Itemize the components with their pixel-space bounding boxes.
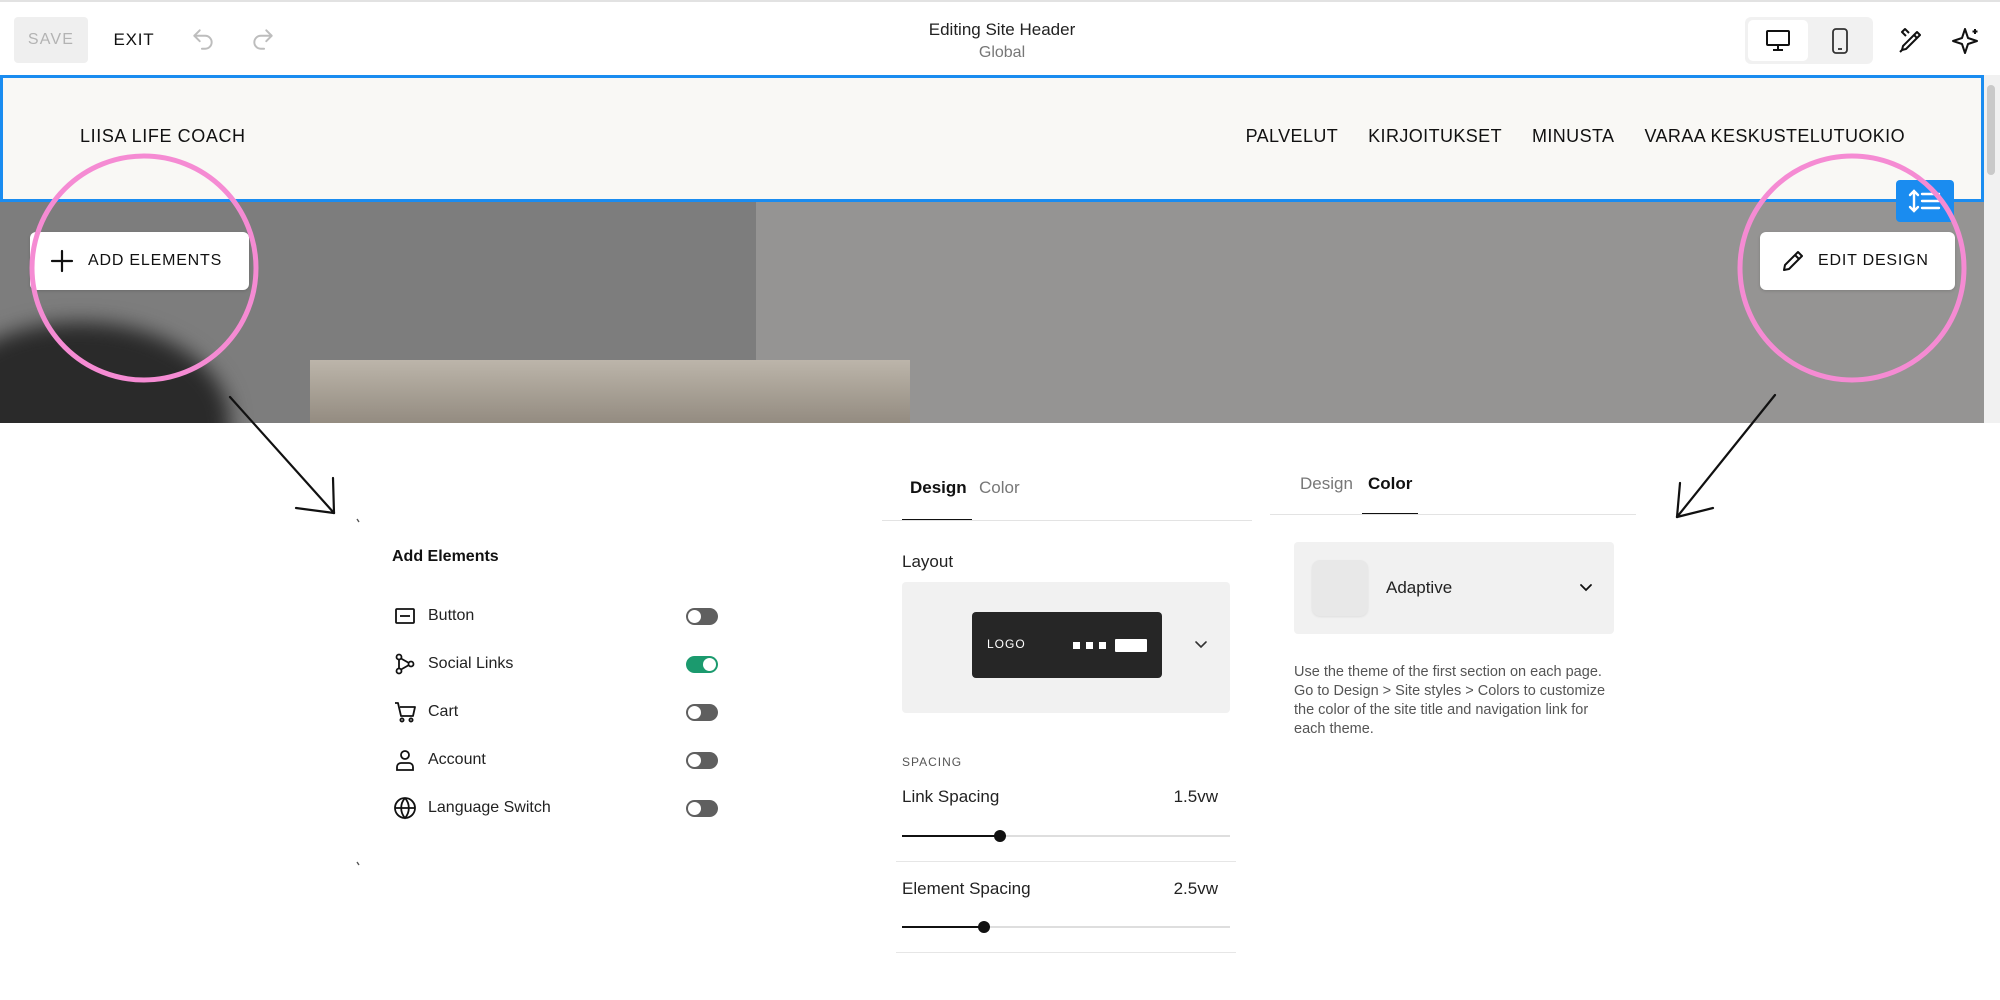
add-element-row-account[interactable]: Account (392, 746, 718, 774)
tab-color[interactable]: Color (979, 478, 1020, 498)
add-element-row-button[interactable]: Button (392, 602, 718, 630)
add-element-label: Language Switch (428, 799, 551, 816)
layout-preview-link (1073, 642, 1080, 649)
device-toggle (1745, 17, 1873, 64)
link-spacing-slider[interactable] (902, 830, 1230, 842)
add-element-label: Account (428, 751, 486, 768)
nav-link[interactable]: VARAA KESKUSTELUTUOKIO (1644, 126, 1905, 147)
tab-design[interactable]: Design (910, 478, 967, 498)
exit-button[interactable]: EXIT (108, 17, 160, 63)
theme-select[interactable]: Adaptive (1294, 542, 1614, 634)
layout-selector[interactable]: LOGO (902, 582, 1230, 713)
add-element-label: Social Links (428, 655, 514, 672)
header-spacing-handle[interactable] (1896, 180, 1954, 222)
divider (882, 520, 1252, 521)
desktop-view-button[interactable] (1748, 20, 1808, 61)
site-navigation: PALVELUT KIRJOITUKSET MINUSTA VARAA KESK… (1246, 126, 1905, 147)
toggle-switch[interactable] (686, 752, 718, 769)
add-element-row-language-switch[interactable]: Language Switch (392, 794, 718, 822)
slider-handle[interactable] (994, 830, 1007, 842)
tab-design[interactable]: Design (1300, 474, 1353, 494)
nav-link[interactable]: PALVELUT (1246, 126, 1339, 147)
hero-image-panel (310, 360, 910, 423)
slider-fill (902, 926, 984, 928)
add-element-label: Cart (428, 703, 459, 720)
mobile-view-button[interactable] (1810, 20, 1870, 61)
pencil-icon (1783, 251, 1803, 271)
hero-image (0, 202, 1984, 423)
account-icon (392, 747, 418, 773)
globe-icon (392, 795, 418, 821)
layout-label: Layout (902, 552, 954, 571)
editor-toolbar: SAVE EXIT Editing Site Header Global (0, 0, 2000, 75)
element-spacing-slider[interactable] (902, 921, 1230, 933)
panel-heading: Add Elements (392, 548, 499, 565)
edit-design-button[interactable]: EDIT DESIGN (1760, 232, 1955, 290)
slider-value: 2.5vw (1173, 879, 1218, 898)
nav-link[interactable]: KIRJOITUKSET (1368, 126, 1502, 147)
button-icon (392, 603, 418, 629)
divider (1270, 514, 1636, 515)
slider-fill (902, 835, 1001, 837)
layout-preview-link (1086, 642, 1093, 649)
chevron-down-icon[interactable] (1578, 580, 1594, 596)
add-element-row-social-links[interactable]: Social Links (392, 650, 718, 678)
brush-icon[interactable] (1896, 26, 1926, 56)
slider-label: Element Spacing (902, 879, 1031, 898)
editing-title-main: Editing Site Header (928, 20, 1076, 39)
toggle-switch[interactable] (686, 608, 718, 625)
mobile-icon (1832, 27, 1848, 54)
layout-preview-link (1099, 642, 1106, 649)
divider (896, 952, 1236, 953)
panel-corner-mark (356, 518, 360, 866)
add-elements-label: ADD ELEMENTS (88, 252, 223, 269)
divider (896, 861, 1236, 862)
site-title[interactable]: LIISA LIFE COACH (80, 126, 246, 147)
layout-preview: LOGO (972, 612, 1162, 678)
plus-icon (50, 249, 74, 273)
spacing-heading: SPACING (902, 755, 963, 769)
slider-label: Link Spacing (902, 787, 1000, 806)
page-scrollbar[interactable] (1984, 75, 2000, 423)
undo-icon[interactable] (190, 26, 216, 52)
social-links-icon (392, 651, 418, 677)
save-button[interactable]: SAVE (14, 17, 88, 63)
site-header-preview[interactable]: LIISA LIFE COACH PALVELUT KIRJOITUKSET M… (0, 75, 1984, 202)
add-elements-button[interactable]: ADD ELEMENTS (30, 232, 249, 290)
layout-preview-button (1115, 639, 1147, 652)
tab-color[interactable]: Color (1368, 474, 1412, 494)
slider-handle[interactable] (978, 921, 990, 933)
redo-icon[interactable] (250, 26, 276, 52)
editing-title-scope: Global (978, 44, 1026, 61)
slider-value: 1.5vw (1173, 787, 1218, 806)
desktop-icon (1766, 29, 1790, 51)
scrollbar-thumb[interactable] (1987, 85, 1995, 175)
sparkle-icon[interactable] (1950, 26, 1980, 56)
toggle-switch[interactable] (686, 656, 718, 673)
resize-height-icon (1908, 189, 1941, 213)
toggle-switch[interactable] (686, 800, 718, 817)
theme-swatch (1312, 560, 1368, 616)
cart-icon (392, 699, 418, 725)
chevron-down-icon[interactable] (1194, 638, 1208, 652)
add-element-row-cart[interactable]: Cart (392, 698, 718, 726)
nav-link[interactable]: MINUSTA (1532, 126, 1614, 147)
add-element-label: Button (428, 607, 475, 624)
layout-preview-logo: LOGO (987, 637, 1026, 651)
edit-design-label: EDIT DESIGN (1818, 252, 1929, 269)
theme-select-value: Adaptive (1386, 578, 1453, 597)
theme-help-text: Use the theme of the first section on ea… (1294, 664, 1606, 737)
toggle-switch[interactable] (686, 704, 718, 721)
editing-title: Editing Site Header Global (800, 20, 1204, 62)
